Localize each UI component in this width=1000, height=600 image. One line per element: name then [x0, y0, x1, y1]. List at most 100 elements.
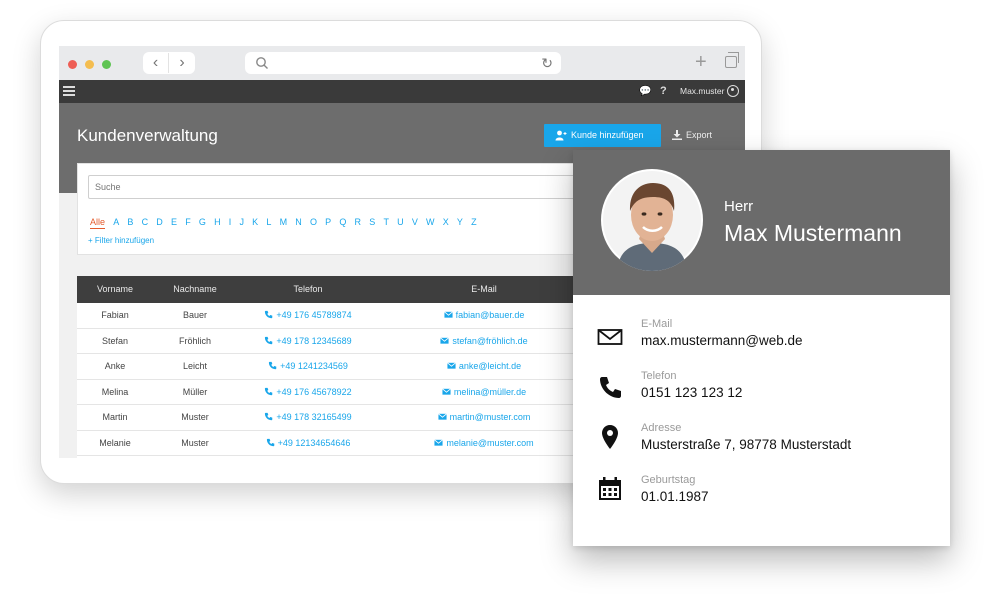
page-title: Kundenverwaltung	[77, 126, 218, 145]
birthday-value[interactable]: 01.01.1987	[641, 489, 709, 504]
phone-number: +49 176 45678922	[276, 386, 352, 397]
export-button[interactable]: Export	[671, 124, 712, 147]
letter-filter-x[interactable]: X	[443, 216, 449, 228]
calendar-icon	[599, 477, 621, 500]
phone-icon	[264, 387, 276, 397]
phone-icon	[264, 336, 276, 346]
tabs-overview-icon[interactable]	[725, 52, 739, 68]
contact-phone: Telefon 0151 123 123 12	[573, 370, 950, 414]
letter-filter-o[interactable]: O	[310, 216, 317, 228]
email-address: fabian@bauer.de	[455, 310, 525, 320]
contact-birthday: Geburtstag 01.01.1987	[573, 474, 950, 518]
phone-icon	[264, 310, 276, 320]
window-minimize-dot[interactable]	[85, 60, 94, 69]
letter-filter-s[interactable]: S	[369, 216, 375, 228]
table-row[interactable]: Melanie Muster +49 12134654646 melanie@must…	[77, 430, 597, 456]
letter-filter-b[interactable]: B	[127, 216, 133, 228]
forward-button[interactable]: ›	[169, 53, 195, 73]
letter-filter-k[interactable]: K	[252, 216, 258, 228]
cell-email-link[interactable]: anke@leicht.de	[379, 354, 589, 379]
table-row[interactable]: Fabian Bauer +49 176 45789874 fabian@bauer.…	[77, 303, 597, 329]
column-header-nachname[interactable]: Nachname	[153, 276, 237, 303]
cell-nachname: Leicht	[182, 361, 208, 371]
letter-filter-h[interactable]: H	[214, 216, 221, 228]
table-header: Vorname Nachname Telefon E-Mail	[77, 276, 597, 303]
letter-filter-i[interactable]: I	[229, 216, 232, 228]
contact-address: Adresse Musterstraße 7, 98778 Musterstad…	[573, 422, 950, 466]
letter-filter-n[interactable]: N	[295, 216, 302, 228]
window-zoom-dot[interactable]	[102, 60, 111, 69]
username-label[interactable]: Max.muster	[680, 86, 724, 97]
cell-telefon-link[interactable]: +49 176 45789874	[237, 303, 379, 328]
address-value[interactable]: Musterstraße 7, 98778 Musterstadt	[641, 437, 851, 452]
letter-filter-y[interactable]: Y	[457, 216, 463, 228]
cell-email-link[interactable]: melanie@muster.com	[379, 431, 589, 456]
column-header-vorname[interactable]: Vorname	[77, 276, 153, 303]
cell-telefon-link[interactable]: +49 12134654646	[237, 431, 379, 456]
email-address: melanie@muster.com	[446, 437, 534, 448]
phone-number: +49 178 12345689	[276, 335, 352, 346]
cell-vorname: Stefan	[101, 335, 129, 346]
letter-filter-r[interactable]: R	[355, 216, 362, 228]
new-tab-button[interactable]: +	[695, 51, 707, 73]
letter-filter-p[interactable]: P	[325, 216, 331, 228]
app-top-bar: 💬 ? Max.muster	[59, 80, 745, 103]
letter-filter-t[interactable]: T	[383, 216, 389, 228]
back-button[interactable]: ‹	[143, 53, 169, 73]
envelope-icon	[443, 310, 456, 320]
cell-email-link[interactable]: fabian@bauer.de	[379, 303, 589, 328]
cell-telefon-link[interactable]: +49 1241234569	[237, 354, 379, 379]
letter-filter-d[interactable]: D	[156, 216, 163, 228]
contact-salutation: Herr	[724, 198, 754, 215]
letter-filter-a[interactable]: A	[113, 216, 119, 228]
add-customer-button[interactable]: Kunde hinzufügen	[544, 124, 661, 147]
envelope-icon	[597, 329, 623, 345]
cell-telefon-link[interactable]: +49 178 12345689	[237, 329, 379, 354]
table-row[interactable]: Martin Muster +49 178 32165499 martin@muste…	[77, 405, 597, 431]
table-row[interactable]: Melina Müller +49 176 45678922 melina@mülle…	[77, 379, 597, 405]
letter-filter-m[interactable]: M	[280, 216, 288, 228]
letter-filter-e[interactable]: E	[171, 216, 177, 228]
portrait-image	[603, 171, 701, 271]
letter-filter-z[interactable]: Z	[471, 216, 477, 228]
phone-icon	[264, 412, 276, 422]
letter-filter-c[interactable]: C	[142, 216, 149, 228]
reload-icon[interactable]: ↻	[541, 55, 553, 71]
table-row[interactable]: Stefan Fröhlich +49 178 12345689 stefan@frö…	[77, 328, 597, 354]
letter-filter-w[interactable]: W	[426, 216, 435, 228]
phone-icon	[600, 377, 621, 398]
email-value[interactable]: max.mustermann@web.de	[641, 333, 803, 348]
letter-filter-v[interactable]: V	[412, 216, 418, 228]
cell-nachname: Müller	[182, 386, 208, 397]
table-row[interactable]: Anke Leicht +49 1241234569 anke@leicht.de	[77, 354, 597, 380]
column-header-telefon[interactable]: Telefon	[237, 276, 379, 303]
birthday-label: Geburtstag	[641, 474, 696, 486]
letter-filter-l[interactable]: L	[266, 216, 271, 228]
cell-email-link[interactable]: stefan@fröhlich.de	[379, 329, 589, 354]
envelope-icon	[447, 361, 459, 371]
cell-telefon-link[interactable]: +49 176 45678922	[237, 380, 379, 405]
browser-toolbar: ‹ › ↻ +	[59, 46, 745, 80]
help-icon[interactable]: ?	[660, 85, 667, 97]
letter-filter-f[interactable]: F	[185, 216, 191, 228]
chat-icon[interactable]: 💬	[639, 86, 651, 97]
export-label: Export	[686, 130, 713, 140]
cell-email-link[interactable]: melina@müller.de	[379, 380, 589, 405]
cell-vorname: Anke	[104, 361, 126, 371]
contact-email: E-Mail max.mustermann@web.de	[573, 318, 950, 362]
letter-filter-j[interactable]: J	[239, 216, 244, 228]
address-bar[interactable]: ↻	[245, 52, 561, 74]
add-filter-link[interactable]: + Filter hinzufügen	[88, 236, 154, 245]
cell-telefon-link[interactable]: +49 178 32165499	[237, 405, 379, 430]
phone-value[interactable]: 0151 123 123 12	[641, 385, 742, 400]
menu-icon[interactable]	[63, 86, 75, 96]
letter-filter-g[interactable]: G	[199, 216, 206, 228]
letter-filter-q[interactable]: Q	[339, 216, 346, 228]
phone-number: +49 176 45789874	[276, 310, 352, 320]
letter-filter-u[interactable]: U	[397, 216, 404, 228]
letter-filter-all[interactable]: Alle	[90, 216, 106, 229]
column-header-email[interactable]: E-Mail	[379, 276, 589, 303]
user-account-icon[interactable]	[727, 85, 739, 97]
window-close-dot[interactable]	[68, 60, 77, 69]
cell-email-link[interactable]: martin@muster.com	[379, 405, 589, 430]
